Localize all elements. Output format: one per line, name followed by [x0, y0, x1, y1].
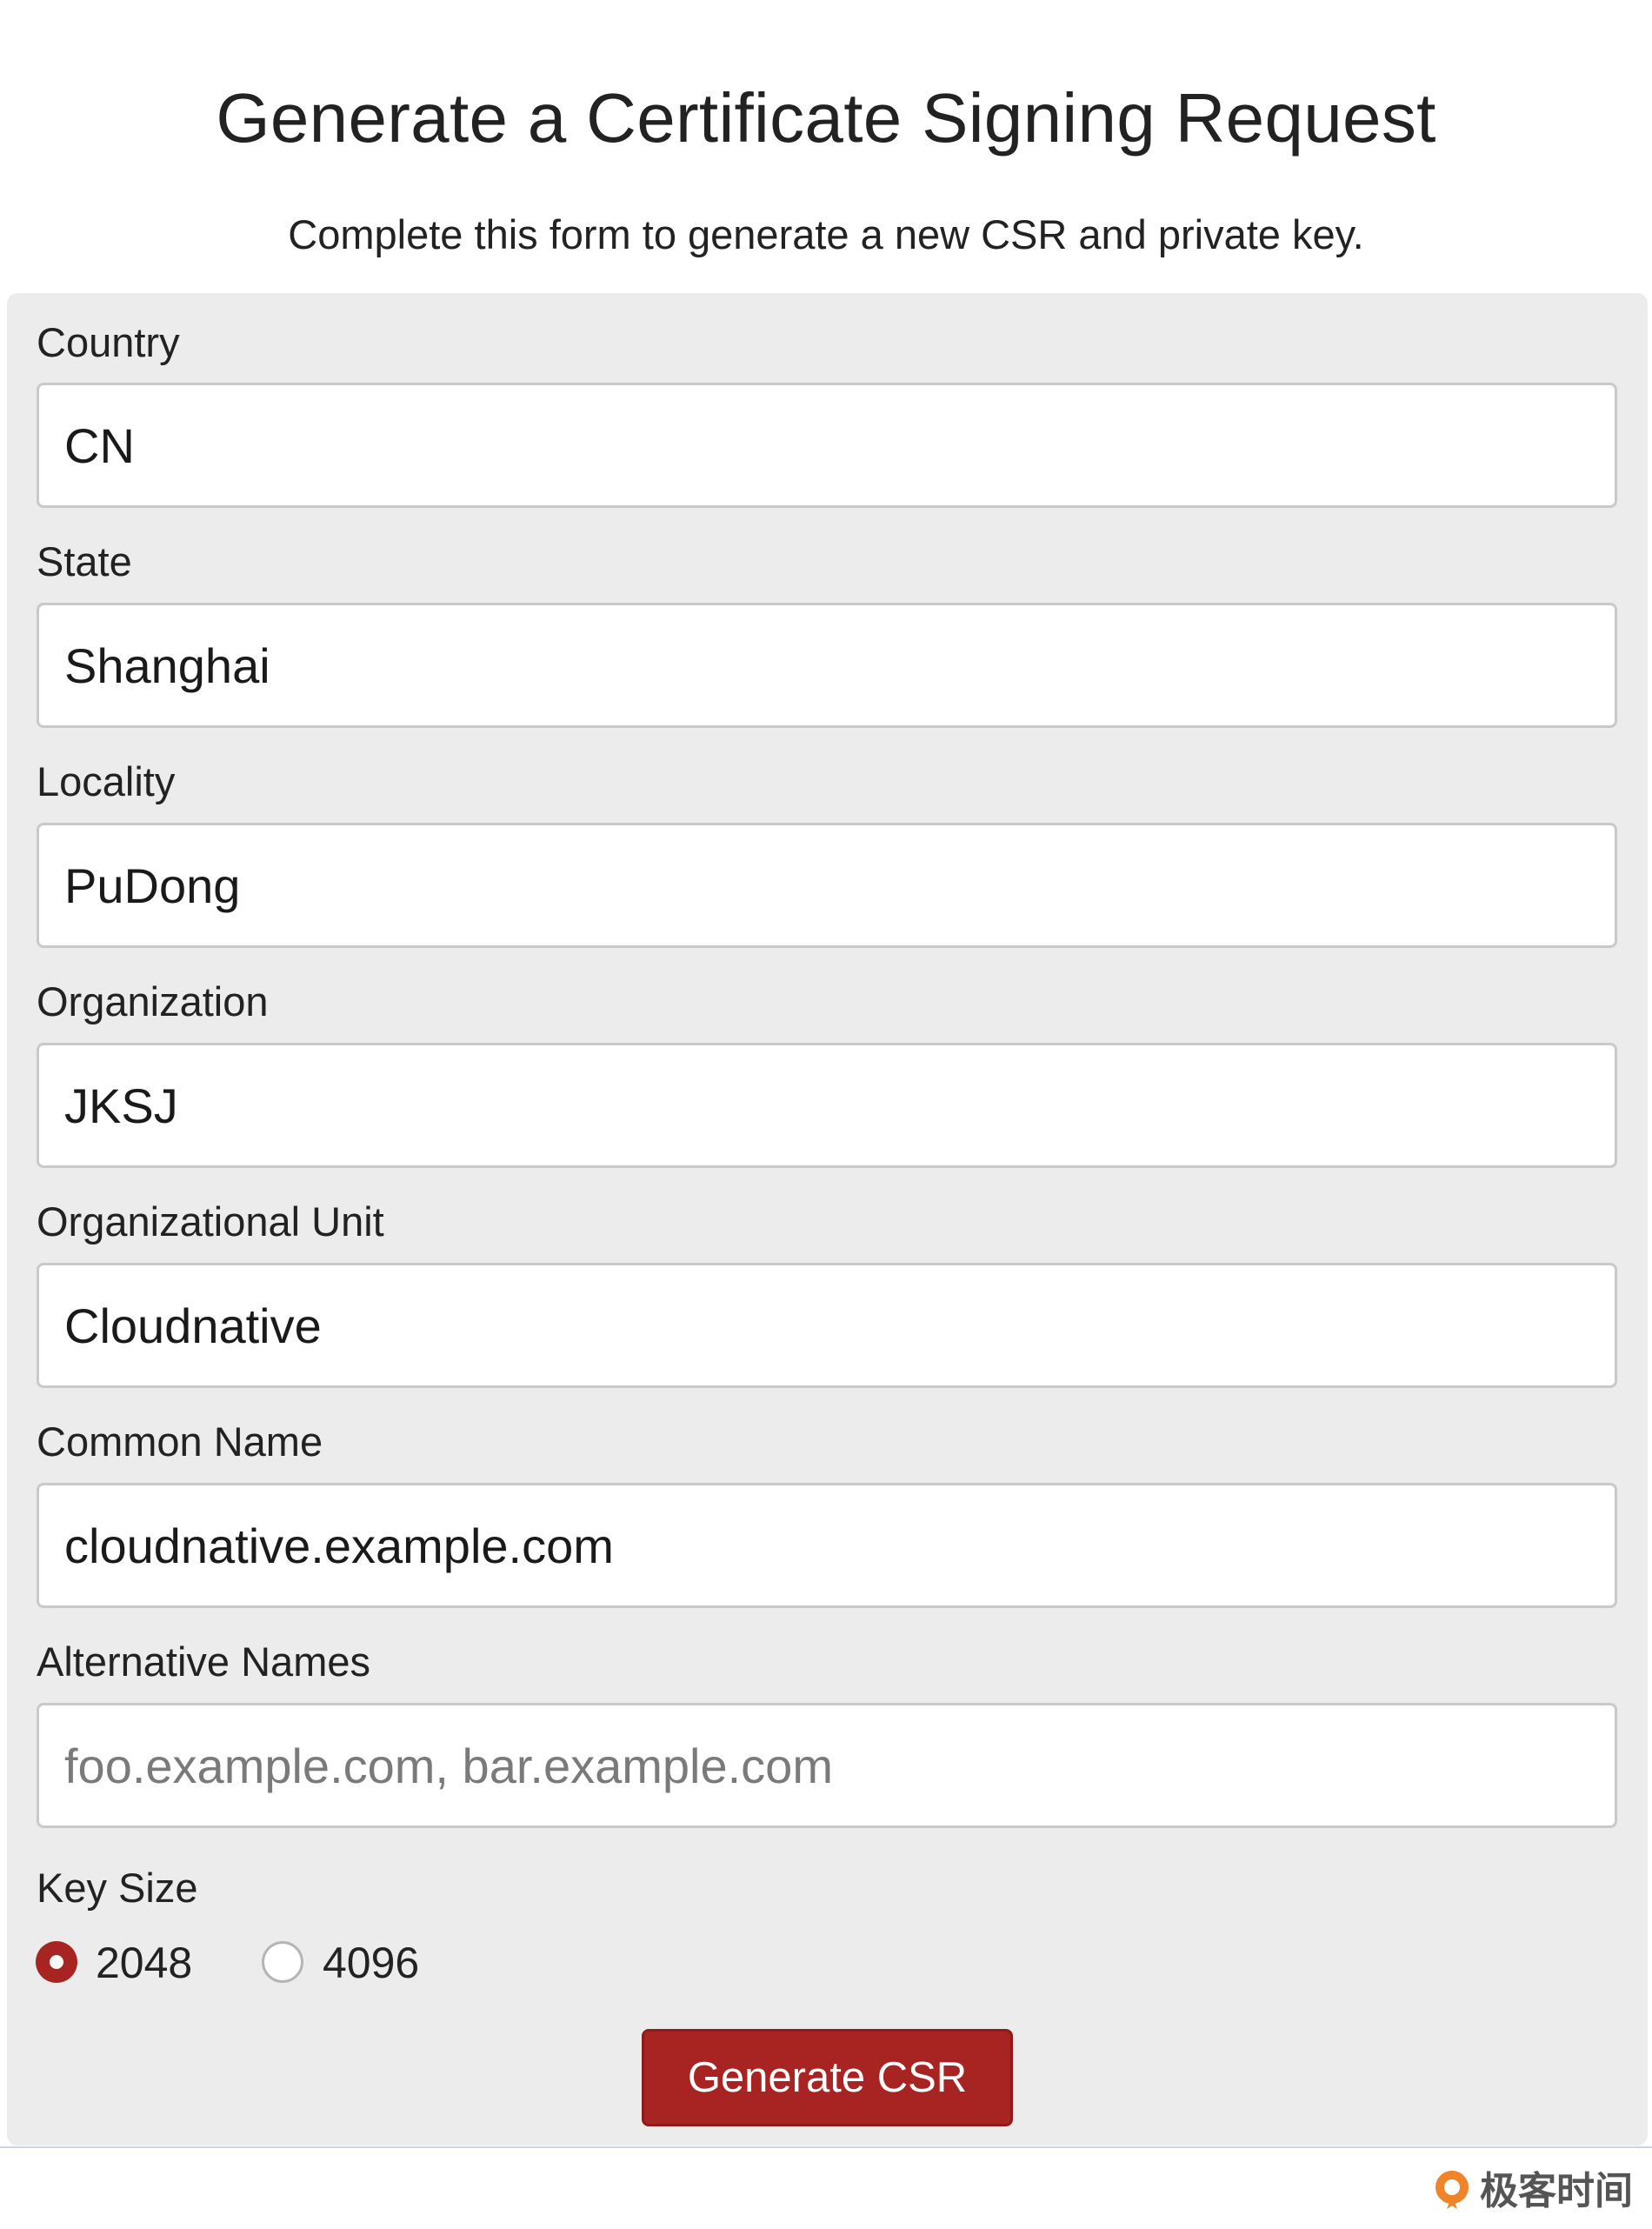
locality-input[interactable] — [37, 823, 1617, 948]
state-input[interactable] — [37, 603, 1617, 728]
key-size-4096-label[interactable]: 4096 — [323, 1937, 419, 1989]
country-label: Country — [37, 319, 180, 365]
page-subtitle: Complete this form to generate a new CSR… — [288, 211, 1364, 257]
common-name-input[interactable] — [37, 1483, 1617, 1608]
organizational-unit-input[interactable] — [37, 1263, 1617, 1388]
alternative-names-input[interactable] — [37, 1703, 1617, 1828]
alternative-names-label: Alternative Names — [37, 1638, 370, 1685]
organizational-unit-label: Organizational Unit — [37, 1198, 384, 1245]
common-name-label: Common Name — [37, 1418, 323, 1465]
state-label: State — [37, 538, 132, 584]
locality-label: Locality — [37, 758, 176, 804]
page-title: Generate a Certificate Signing Request — [216, 79, 1436, 157]
key-size-2048-radio[interactable] — [36, 1941, 77, 1983]
watermark-text: 极客时间 — [1480, 2170, 1633, 2212]
organization-input[interactable] — [37, 1043, 1617, 1168]
key-size-label: Key Size — [37, 1865, 198, 1911]
generate-csr-button[interactable]: Generate CSR — [642, 2029, 1013, 2126]
csr-page: Generate a Certificate Signing Request C… — [0, 0, 1652, 2229]
geektime-logo-icon — [1431, 2167, 1473, 2217]
brand-watermark: 极客时间 — [1431, 2166, 1633, 2218]
country-input[interactable] — [37, 383, 1617, 508]
key-size-2048-label[interactable]: 2048 — [96, 1937, 192, 1989]
organization-label: Organization — [37, 978, 269, 1024]
bottom-divider — [0, 2146, 1652, 2148]
key-size-4096-radio[interactable] — [262, 1941, 303, 1983]
